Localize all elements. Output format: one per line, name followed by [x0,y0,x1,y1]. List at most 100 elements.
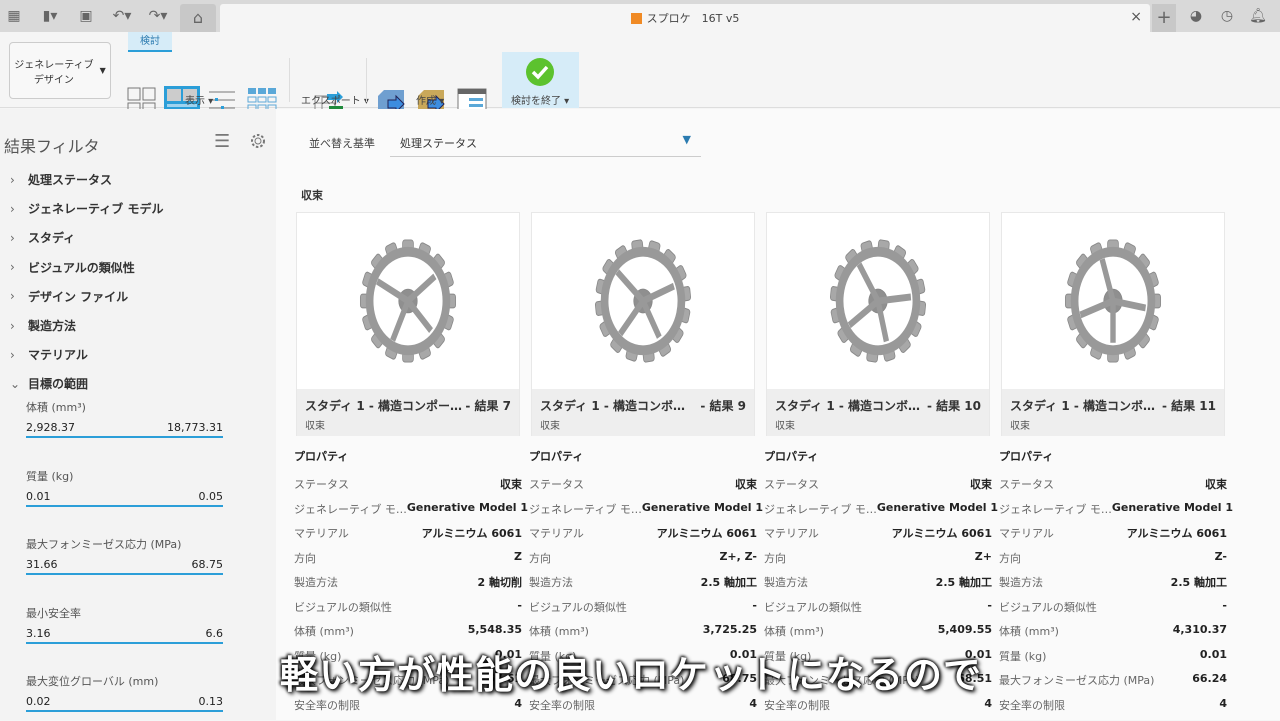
document-title: スプロケ 16T v5 [647,10,740,26]
property-key: 体積 (mm³) [999,623,1059,648]
create-group-label[interactable]: 作成 ▾ [416,92,444,107]
range-slider[interactable]: 31.66 68.75 [26,558,223,575]
tab-explore[interactable]: 検討 [128,32,172,52]
property-row: 製造方法2.5 軸加工 [764,574,992,599]
panel-title: 結果フィルタ [4,133,100,157]
range-min[interactable]: 2,928.37 [26,421,75,434]
filter-item[interactable]: ›デザイン ファイル [10,288,128,305]
gear-icon[interactable] [248,131,268,151]
job-status-clock-icon[interactable]: ◷ [1218,7,1236,25]
save-icon[interactable]: ▣ [77,7,95,25]
close-tab-button[interactable]: × [1130,9,1142,25]
card-status: 収束 [1010,417,1216,432]
finish-explore-button[interactable]: 検討を終了 ▾ [502,52,579,108]
result-card[interactable]: スタディ 1 - 構造コンポー…- 結果 7収束 [296,212,520,436]
property-key: 製造方法 [529,574,573,599]
extensions-icon[interactable]: ◕ [1187,7,1205,25]
property-row: 方向 Z [294,550,522,575]
property-row: 方向Z- [999,550,1227,575]
property-key: マテリアル [764,525,819,550]
filter-sliders-icon[interactable]: ☰ [214,131,230,152]
filter-item[interactable]: ›ビジュアルの類似性 [10,259,135,276]
property-row: マテリアルアルミニウム 6061 [764,525,992,550]
finish-explore-label: 検討を終了 ▾ [511,92,569,107]
property-row: ジェネレーティブ モ…Generative Model 1 [999,501,1227,526]
range-min[interactable]: 0.02 [26,695,51,708]
filter-item[interactable]: ›製造方法 [10,317,76,334]
notifications-bell-icon[interactable]: 🔔︎ [1249,7,1267,25]
chevron-right-icon: › [10,289,18,303]
property-key: 最大フォンミーゼス応力 (MPa) [999,672,1154,697]
property-value: 4 [1219,697,1227,721]
property-key: 安全率の制限 [529,697,595,721]
property-key: 安全率の制限 [764,697,830,721]
filter-item-label: マテリアル [28,346,88,363]
property-key: ビジュアルの類似性 [529,599,627,624]
sort-dropdown[interactable]: 処理ステータス ▼ [390,129,701,157]
range-min[interactable]: 0.01 [26,490,51,503]
property-key: 方向 [999,550,1021,575]
range-label: 体積 (mm³) [26,399,86,415]
sort-value: 処理ステータス [400,137,477,150]
property-key: 安全率の制限 [294,697,360,721]
range-max[interactable]: 0.13 [199,695,224,708]
property-key: ビジュアルの類似性 [999,599,1097,624]
properties-header: プロパティ [294,448,522,476]
property-value: 4,310.37 [1173,623,1227,648]
home-tab[interactable]: ⌂ [180,4,216,32]
result-card[interactable]: スタディ 1 - 構造コンボ…- 結果 9収束 [531,212,755,436]
property-value: - [987,599,992,624]
range-max[interactable]: 0.05 [199,490,224,503]
apps-grid-icon[interactable]: ▦ [5,7,23,25]
property-value: アルミニウム 6061 [657,525,757,550]
range-slider[interactable]: 3.16 6.6 [26,627,223,644]
result-card[interactable]: スタディ 1 - 構造コンボ…- 結果 10収束 [766,212,990,436]
property-row: マテリアルアルミニウム 6061 [999,525,1227,550]
filter-item[interactable]: ›スタディ [10,229,75,246]
card-title: スタディ 1 - 構造コンポー… [305,397,462,414]
property-row: 方向Z+, Z- [529,550,757,575]
property-value: Z+ [975,550,992,575]
range-slider[interactable]: 2,928.37 18,773.31 [26,421,223,438]
property-row: 質量 (kg)0.01 [999,648,1227,673]
workspace-switcher[interactable]: ジェネレーティブ デザイン▼ [9,42,111,99]
range-slider[interactable]: 0.02 0.13 [26,695,223,712]
range-min[interactable]: 31.66 [26,558,58,571]
range-max[interactable]: 68.75 [192,558,224,571]
property-value: 2.5 軸加工 [1171,574,1227,599]
range-min[interactable]: 3.16 [26,627,51,640]
range-slider[interactable]: 0.01 0.05 [26,490,223,507]
undo-icon[interactable]: ↶▾ [108,7,136,25]
filter-item-label: スタディ [28,229,75,246]
property-value: Z [514,550,522,575]
export-group-label[interactable]: エクスポート ▾ [301,92,369,107]
range-label: 質量 (kg) [26,468,73,484]
card-status: 収束 [775,417,981,432]
range-max[interactable]: 18,773.31 [167,421,223,434]
chevron-down-icon: ⌄ [10,377,18,391]
property-key: ジェネレーティブ モ… [764,501,877,526]
property-value: 4 [984,697,992,721]
new-tab-button[interactable]: + [1152,4,1176,32]
property-row: 製造方法2 軸切削 [294,574,522,599]
filter-item-label: 目標の範囲 [28,375,88,392]
property-row: 製造方法2.5 軸加工 [999,574,1227,599]
filter-item[interactable]: ›処理ステータス [10,171,112,188]
property-key: ジェネレーティブ モ… [529,501,642,526]
redo-icon[interactable]: ↷▾ [144,7,172,25]
view-group-label[interactable]: 表示 ▾ [185,92,213,107]
property-value: アルミニウム 6061 [1127,525,1227,550]
filter-item[interactable]: ⌄ 目標の範囲 [10,375,88,392]
property-key: 方向 [294,550,316,575]
filter-item[interactable]: ›マテリアル [10,346,88,363]
range-max[interactable]: 6.6 [206,627,224,640]
card-result: - 結果 9 [700,397,746,414]
document-tab[interactable]: スプロケ 16T v5 × [220,4,1150,32]
property-key: ステータス [764,476,819,501]
property-value: 0.01 [1200,648,1227,673]
checkmark-icon [526,58,554,86]
file-menu-icon[interactable]: ▮▾ [36,7,64,25]
property-key: 安全率の制限 [999,697,1065,721]
filter-item[interactable]: ›ジェネレーティブ モデル [10,200,163,217]
result-card[interactable]: スタディ 1 - 構造コンボ…- 結果 11収束 [1001,212,1225,436]
